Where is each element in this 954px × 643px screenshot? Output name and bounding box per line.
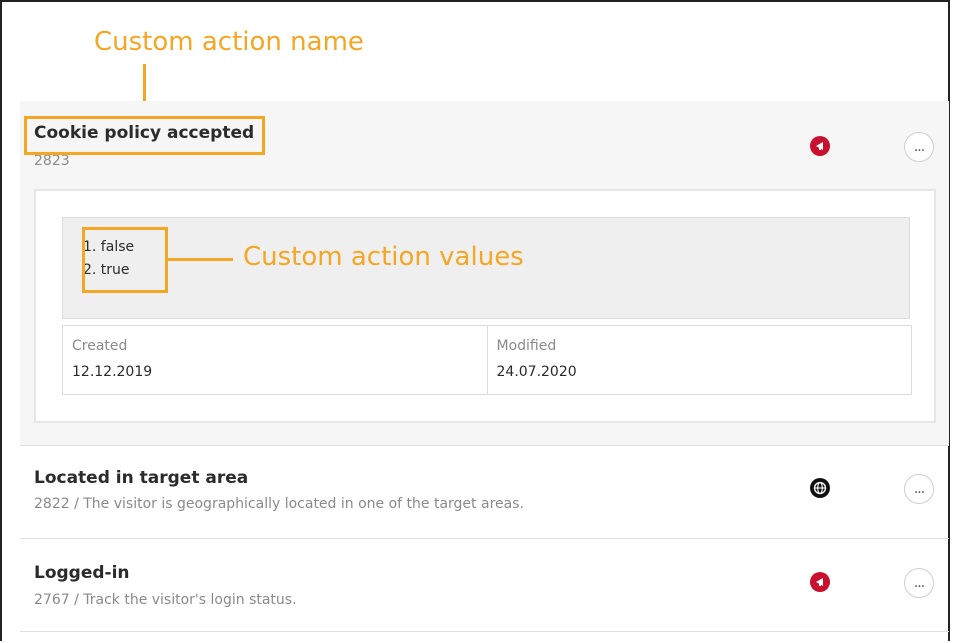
meta-table: Created 12.12.2019 Modified 24.07.2020 xyxy=(62,325,912,395)
globe-icon xyxy=(810,478,830,498)
more-options-button[interactable]: ... xyxy=(904,132,934,162)
divider xyxy=(20,631,949,632)
item-title: Located in target area xyxy=(34,468,249,488)
megaphone-icon xyxy=(810,136,830,156)
created-value: 12.12.2019 xyxy=(72,364,153,380)
megaphone-icon xyxy=(810,572,830,592)
created-cell: Created 12.12.2019 xyxy=(63,326,487,394)
list-item[interactable]: Logged-in 2767 / Track the visitor's log… xyxy=(20,539,949,631)
annotation-name-label: Custom action name xyxy=(94,27,364,57)
item-subtitle: 2822 / The visitor is geographically loc… xyxy=(34,496,524,512)
annotation-values-label: Custom action values xyxy=(243,242,524,272)
more-options-button[interactable]: ... xyxy=(904,474,934,504)
modified-value: 24.07.2020 xyxy=(496,364,577,380)
item-detail-panel: 1. false 2. true Created 12.12.2019 Modi… xyxy=(34,189,936,423)
highlight-values-box xyxy=(82,227,168,293)
list-item[interactable]: Located in target area 2822 / The visito… xyxy=(20,446,949,538)
modified-label: Modified xyxy=(496,338,557,354)
highlight-name-box xyxy=(24,116,265,155)
item-subtitle: 2823 xyxy=(34,153,70,169)
item-title: Logged-in xyxy=(34,563,130,583)
created-label: Created xyxy=(72,338,128,354)
annotation-values-connector xyxy=(168,258,233,261)
item-subtitle: 2767 / Track the visitor's login status. xyxy=(34,592,297,608)
modified-cell: Modified 24.07.2020 xyxy=(486,326,912,394)
more-options-button[interactable]: ... xyxy=(904,568,934,598)
